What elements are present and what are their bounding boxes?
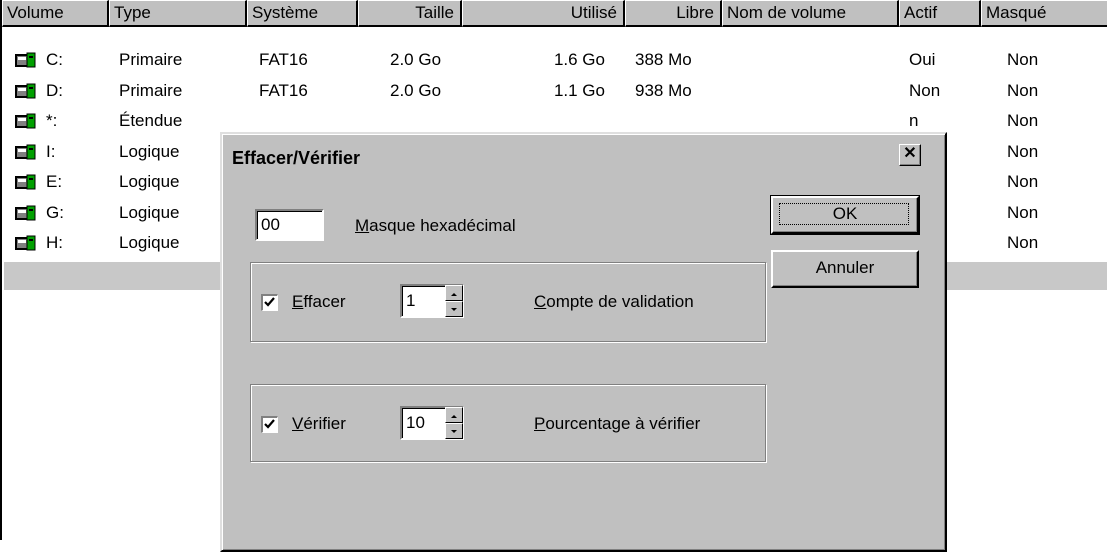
cell-system xyxy=(259,108,349,134)
arrow-down-icon xyxy=(451,430,457,433)
cell-hidden: Non xyxy=(1007,202,1039,222)
verify-percent-label: Pourcentage à vérifier xyxy=(534,414,701,433)
cancel-button[interactable]: Annuler xyxy=(771,250,919,288)
cell-free xyxy=(635,108,715,134)
cell-hidden: Non xyxy=(1007,141,1039,161)
verify-label[interactable]: Vérifier xyxy=(292,412,346,436)
focus-rectangle xyxy=(779,203,909,225)
arrow-down-icon xyxy=(451,308,457,311)
cell-active: n xyxy=(909,111,919,130)
cell-used: 1.1 Go xyxy=(553,80,605,100)
cell-size: 2.0 Go xyxy=(390,50,442,69)
erase-checkbox[interactable] xyxy=(261,294,278,311)
drive-icon xyxy=(15,235,36,251)
erase-verify-dialog: Effacer/Vérifier ✕ 00 Masque hexadécimal… xyxy=(220,132,947,552)
spin-down-button[interactable] xyxy=(445,301,463,317)
cell-volume: G: xyxy=(46,202,64,222)
cell-volume: D: xyxy=(46,80,63,100)
cell-type: Logique xyxy=(119,141,180,161)
cell-volume: E: xyxy=(46,172,63,191)
column-header-size[interactable]: Taille xyxy=(358,0,462,27)
cell-type: Logique xyxy=(119,202,180,222)
cell-active: Oui xyxy=(909,50,936,69)
arrow-up-icon xyxy=(451,293,457,296)
column-header-active[interactable]: Actif xyxy=(899,0,981,27)
column-header-type[interactable]: Type xyxy=(109,0,247,27)
cell-volume-name xyxy=(732,47,892,73)
validation-count-label: Compte de validation xyxy=(534,292,694,311)
cell-hidden: Non xyxy=(1007,172,1039,191)
cell-system: FAT16 xyxy=(259,80,308,100)
drive-icon xyxy=(15,113,36,129)
drive-icon xyxy=(15,144,36,159)
hex-mask-input[interactable]: 00 xyxy=(255,209,324,241)
verify-checkbox[interactable] xyxy=(261,416,278,433)
cell-volume-name xyxy=(732,78,892,104)
cell-hidden: Non xyxy=(1007,80,1039,100)
spin-up-button[interactable] xyxy=(445,407,463,423)
checkmark-icon xyxy=(264,297,275,307)
cell-size xyxy=(390,108,460,134)
erase-label[interactable]: Effacer xyxy=(292,290,346,314)
cell-hidden: Non xyxy=(1007,50,1039,69)
column-header-volume-name[interactable]: Nom de volume xyxy=(722,0,899,27)
cell-size: 2.0 Go xyxy=(390,80,442,100)
cell-hidden: Non xyxy=(1007,111,1039,130)
hex-mask-label: Masque hexadécimal xyxy=(355,216,516,235)
cell-volume-name xyxy=(732,108,892,134)
ok-button[interactable]: OK xyxy=(770,195,920,235)
cell-free: 388 Mo xyxy=(635,50,692,69)
cell-free: 938 Mo xyxy=(635,80,692,100)
close-icon: ✕ xyxy=(903,145,917,162)
cell-type: Logique xyxy=(119,172,180,191)
cell-volume: C: xyxy=(46,50,63,69)
spin-up-button[interactable] xyxy=(445,285,463,301)
arrow-up-icon xyxy=(451,415,457,418)
column-header-used[interactable]: Utilisé xyxy=(462,0,625,27)
drive-icon xyxy=(15,205,36,220)
cell-type: Primaire xyxy=(119,50,183,69)
drive-icon xyxy=(15,174,36,190)
cell-type: Étendue xyxy=(119,111,183,130)
cell-type: Logique xyxy=(119,233,180,252)
cell-system: FAT16 xyxy=(259,50,308,69)
cell-used: 1.6 Go xyxy=(553,50,605,69)
spin-down-button[interactable] xyxy=(445,423,463,439)
dialog-titlebar[interactable]: Effacer/Vérifier xyxy=(226,138,941,178)
cell-hidden: Non xyxy=(1007,233,1039,252)
cell-type: Primaire xyxy=(119,80,183,100)
cell-volume: H: xyxy=(46,233,63,252)
column-header-hidden[interactable]: Masqué xyxy=(981,0,1107,27)
drive-icon xyxy=(15,52,36,68)
column-header-volume[interactable]: Volume xyxy=(2,0,109,27)
validation-count-spinner[interactable] xyxy=(445,285,463,317)
close-button[interactable]: ✕ xyxy=(899,144,921,166)
column-header-system[interactable]: Système xyxy=(247,0,358,27)
dialog-title: Effacer/Vérifier xyxy=(232,148,361,168)
column-header-free[interactable]: Libre xyxy=(625,0,722,27)
checkmark-icon xyxy=(264,419,275,429)
verify-percent-spinner[interactable] xyxy=(445,407,463,439)
cell-used xyxy=(482,108,605,134)
cell-volume: *: xyxy=(46,111,58,130)
cell-volume: I: xyxy=(46,141,56,161)
cell-active: Non xyxy=(909,80,941,100)
drive-icon xyxy=(15,83,36,98)
